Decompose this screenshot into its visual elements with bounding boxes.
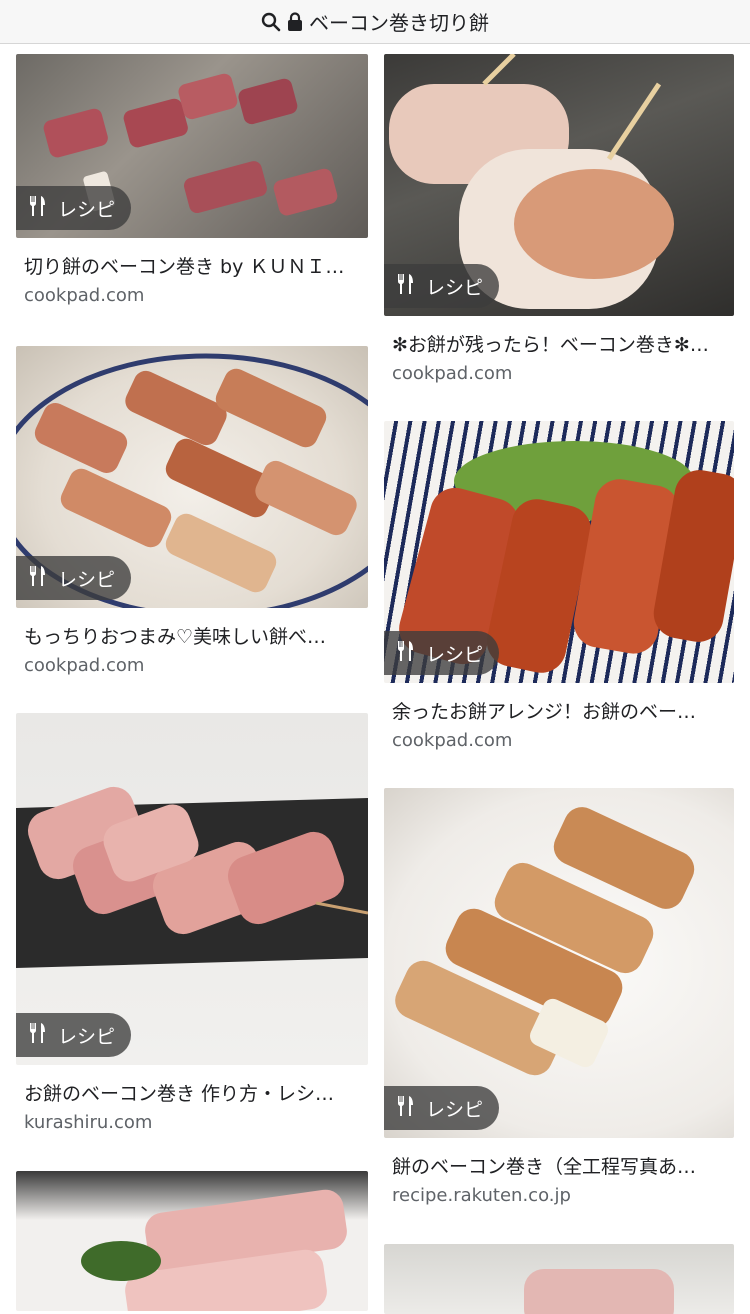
result-image[interactable] bbox=[16, 1171, 368, 1311]
recipe-badge: レシピ bbox=[16, 1013, 132, 1057]
fork-knife-icon bbox=[28, 565, 48, 592]
result-source: cookpad.com bbox=[24, 285, 145, 306]
result-source: kurashiru.com bbox=[24, 1112, 153, 1133]
recipe-badge: レシピ bbox=[384, 264, 500, 308]
results-column-right: レシピ ✻お餅が残ったら！ベーコン巻き✻… cookpad.com レシピ 余っ… bbox=[384, 54, 734, 1314]
result-image[interactable] bbox=[384, 1244, 734, 1314]
result-card[interactable]: レシピ 切り餅のベーコン巻き by ＫＵＮＩ… cookpad.com bbox=[16, 54, 368, 306]
result-title[interactable]: ✻お餅が残ったら！ベーコン巻き✻… bbox=[392, 330, 726, 357]
fork-knife-icon bbox=[396, 1095, 416, 1122]
result-title[interactable]: もっちりおつまみ♡美味しい餅べ… bbox=[24, 622, 360, 649]
result-source: cookpad.com bbox=[392, 363, 513, 384]
badge-label: レシピ bbox=[426, 643, 484, 666]
result-card[interactable]: レシピ ✻お餅が残ったら！ベーコン巻き✻… cookpad.com bbox=[384, 54, 734, 384]
search-bar[interactable]: ベーコン巻き切り餅 bbox=[0, 0, 750, 44]
badge-label: レシピ bbox=[58, 198, 116, 221]
badge-label: レシピ bbox=[426, 1098, 484, 1121]
badge-label: レシピ bbox=[58, 1025, 116, 1048]
result-image[interactable]: レシピ bbox=[16, 54, 368, 238]
badge-label: レシピ bbox=[58, 568, 116, 591]
fork-knife-icon bbox=[396, 640, 416, 667]
badge-label: レシピ bbox=[426, 276, 484, 299]
result-image[interactable]: レシピ bbox=[384, 54, 734, 316]
result-card[interactable] bbox=[16, 1171, 368, 1311]
result-image[interactable]: レシピ bbox=[16, 346, 368, 608]
search-icon bbox=[261, 12, 281, 32]
result-image[interactable]: レシピ bbox=[384, 788, 734, 1138]
result-image[interactable]: レシピ bbox=[16, 713, 368, 1065]
results-column-left: レシピ 切り餅のベーコン巻き by ＫＵＮＩ… cookpad.com レシピ … bbox=[16, 54, 368, 1311]
result-title[interactable]: 餅のベーコン巻き（全工程写真あ… bbox=[392, 1152, 726, 1179]
result-title[interactable]: 余ったお餅アレンジ！お餅のベー… bbox=[392, 697, 726, 724]
fork-knife-icon bbox=[396, 273, 416, 300]
result-source: recipe.rakuten.co.jp bbox=[392, 1185, 571, 1206]
recipe-badge: レシピ bbox=[16, 556, 132, 600]
result-source: cookpad.com bbox=[24, 655, 145, 676]
result-card[interactable]: レシピ お餅のベーコン巻き 作り方・レシ… kurashiru.com bbox=[16, 713, 368, 1133]
recipe-badge: レシピ bbox=[384, 631, 500, 675]
result-title[interactable]: お餅のベーコン巻き 作り方・レシ… bbox=[24, 1079, 360, 1106]
result-source: cookpad.com bbox=[392, 730, 513, 751]
result-card[interactable]: レシピ もっちりおつまみ♡美味しい餅べ… cookpad.com bbox=[16, 346, 368, 676]
result-image[interactable]: レシピ bbox=[384, 421, 734, 683]
fork-knife-icon bbox=[28, 195, 48, 222]
result-card[interactable]: レシピ 餅のベーコン巻き（全工程写真あ… recipe.rakuten.co.j… bbox=[384, 788, 734, 1206]
recipe-badge: レシピ bbox=[16, 186, 132, 230]
search-query: ベーコン巻き切り餅 bbox=[309, 11, 489, 35]
result-title[interactable]: 切り餅のベーコン巻き by ＫＵＮＩ… bbox=[24, 252, 360, 279]
fork-knife-icon bbox=[28, 1022, 48, 1049]
lock-icon bbox=[287, 11, 303, 32]
result-card[interactable] bbox=[384, 1244, 734, 1314]
recipe-badge: レシピ bbox=[384, 1086, 500, 1130]
result-card[interactable]: レシピ 余ったお餅アレンジ！お餅のベー… cookpad.com bbox=[384, 421, 734, 751]
